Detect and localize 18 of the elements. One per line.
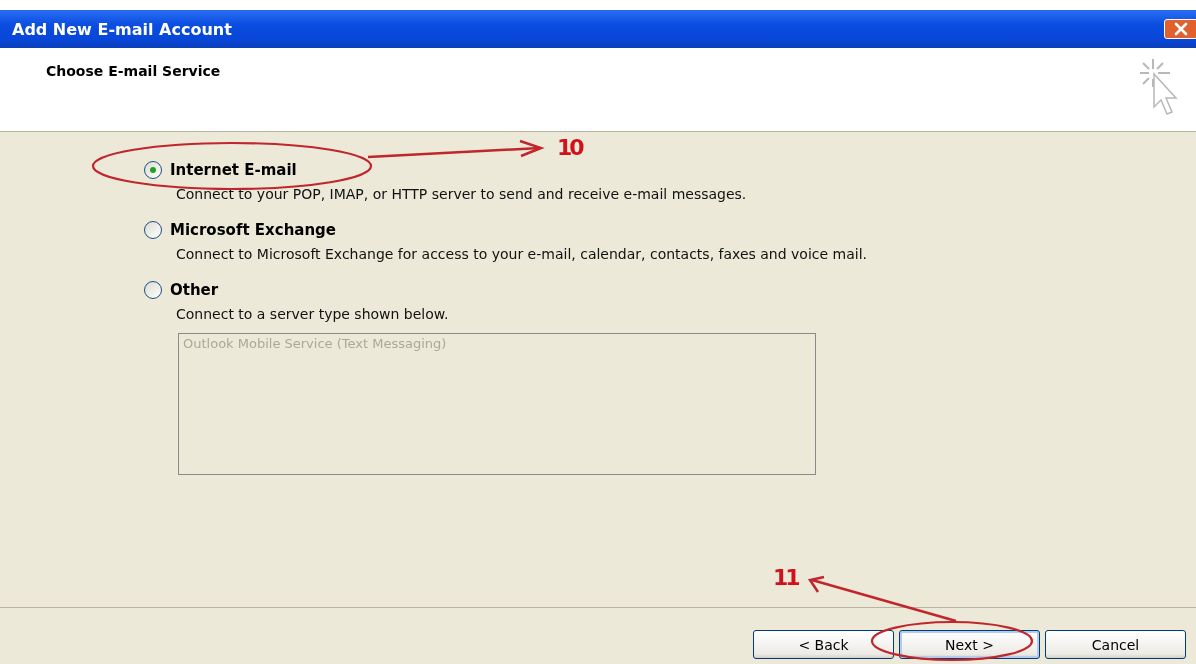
annotation-number: 10 bbox=[557, 136, 582, 160]
radio-option[interactable]: Other bbox=[144, 280, 219, 300]
close-button[interactable] bbox=[1164, 19, 1196, 39]
annotation-number: 11 bbox=[773, 566, 798, 590]
cancel-button[interactable]: Cancel bbox=[1045, 630, 1186, 659]
option-description: Connect to a server type shown below. bbox=[176, 305, 449, 323]
back-button[interactable]: < Back bbox=[753, 630, 894, 659]
next-button[interactable]: Next > bbox=[899, 630, 1040, 659]
radio-option[interactable]: Internet E-mail bbox=[144, 160, 297, 180]
radio-button[interactable] bbox=[144, 161, 162, 179]
radio-option[interactable]: Microsoft Exchange bbox=[144, 220, 337, 240]
radio-button[interactable] bbox=[144, 221, 162, 239]
window-title: Add New E-mail Account bbox=[12, 19, 232, 39]
close-icon bbox=[1174, 22, 1188, 36]
option-description: Connect to your POP, IMAP, or HTTP server to send and receive e-mail messages. bbox=[176, 185, 747, 203]
page-heading: Choose E-mail Service bbox=[46, 63, 221, 81]
option-description: Connect to Microsoft Exchange for access to your e-mail, calendar, contacts, faxes and voice mail. bbox=[176, 245, 867, 263]
radio-button[interactable] bbox=[144, 281, 162, 299]
